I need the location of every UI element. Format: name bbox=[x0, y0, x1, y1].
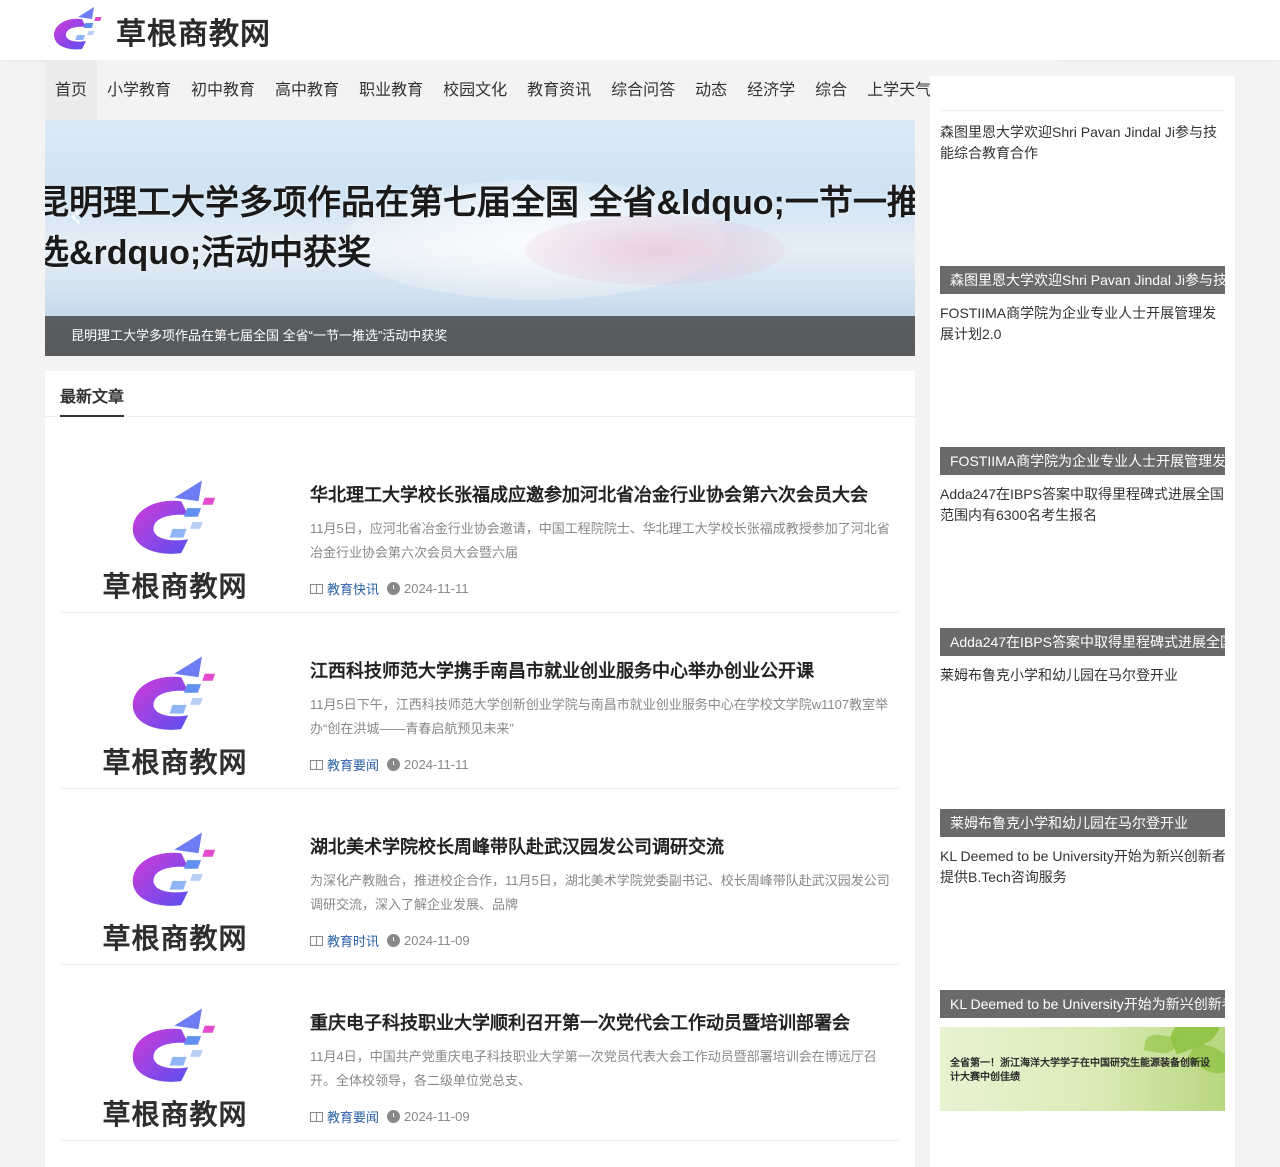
sidebar-caption-bar[interactable]: 森图里恩大学欢迎Shri Pavan Jindal Ji参与技能综合教育合作 bbox=[940, 266, 1225, 294]
nav-item-home[interactable]: 首页 bbox=[45, 60, 98, 120]
article-thumbnail[interactable]: 草根商教网 bbox=[80, 1005, 270, 1145]
article-date: 2024-11-09 bbox=[404, 933, 470, 948]
sidebar-link[interactable]: Adda247在IBPS答案中取得里程碑式进展全国范围内有6300名考生报名 bbox=[940, 484, 1228, 526]
article-title[interactable]: 湖北美术学院校长周峰带队赴武汉园发公司调研交流 bbox=[310, 833, 724, 859]
article-title[interactable]: 江西科技师范大学携手南昌市就业创业服务中心举办创业公开课 bbox=[310, 657, 814, 683]
article-title[interactable]: 重庆电子科技职业大学顺利召开第一次党代会工作动员暨培训部署会 bbox=[310, 1009, 850, 1035]
clock-icon bbox=[387, 1110, 401, 1123]
article-excerpt: 11月5日下午，江西科技师范大学创新创业学院与南昌市就业创业服务中心在学校文学院… bbox=[310, 697, 889, 736]
article-meta: 教育要闻 2024-11-11 bbox=[310, 755, 469, 774]
sidebar-caption-bar[interactable]: 莱姆布鲁克小学和幼儿园在马尔登开业 bbox=[940, 809, 1225, 837]
article-category[interactable]: 教育要闻 bbox=[327, 755, 379, 774]
logo-text: 草根商教网 bbox=[116, 17, 271, 52]
article-item: 草根商教网 华北理工大学校长张福成应邀参加河北省冶金行业协会第六次会员大会 11… bbox=[60, 437, 900, 613]
slider-caption[interactable]: 昆明理工大学多项作品在第七届全国 全省“一节一推选”活动中获奖 bbox=[45, 316, 915, 356]
article-excerpt: 为深化产教融合，推进校企合作，11月5日，湖北美术学院党委副书记、校长周峰带队赴… bbox=[310, 873, 890, 912]
nav-item-qa[interactable]: 综合问答 bbox=[601, 60, 685, 120]
article-category[interactable]: 教育时讯 bbox=[327, 931, 379, 950]
sidebar-banner[interactable]: 全省第一！浙江海洋大学学子在中国研究生能源装备创新设计大赛中创佳绩 bbox=[940, 1027, 1225, 1111]
sidebar-link[interactable]: KL Deemed to be University开始为新兴创新者提供B.Te… bbox=[940, 846, 1228, 888]
nav-item-dynamic[interactable]: 动态 bbox=[685, 60, 737, 120]
sidebar-link[interactable]: 莱姆布鲁克小学和幼儿园在马尔登开业 bbox=[940, 665, 1228, 686]
article-title[interactable]: 华北理工大学校长张福成应邀参加河北省冶金行业协会第六次会员大会 bbox=[310, 481, 868, 507]
sidebar-caption-bar[interactable]: KL Deemed to be University开始为新兴创新者提供B.Te… bbox=[940, 990, 1225, 1018]
sidebar: 森图里恩大学欢迎Shri Pavan Jindal Ji参与技能综合教育合作 森… bbox=[930, 76, 1235, 1167]
leaf-decoration bbox=[1143, 1032, 1177, 1056]
article-date: 2024-11-11 bbox=[404, 757, 469, 772]
nav-item-primary[interactable]: 小学教育 bbox=[97, 60, 181, 120]
clock-icon bbox=[387, 758, 401, 771]
sidebar-link[interactable]: FOSTIIMA商学院为企业专业人士开展管理发展计划2.0 bbox=[940, 303, 1228, 345]
book-icon bbox=[310, 759, 323, 770]
sidebar-divider bbox=[940, 110, 1225, 111]
nav-item-general[interactable]: 综合 bbox=[805, 60, 857, 120]
main-nav: 首页 小学教育 初中教育 高中教育 职业教育 校园文化 教育资讯 综合问答 动态… bbox=[45, 60, 1057, 120]
clock-icon bbox=[387, 934, 401, 947]
article-category[interactable]: 教育要闻 bbox=[327, 1107, 379, 1126]
nav-item-junior[interactable]: 初中教育 bbox=[181, 60, 265, 120]
logo-icon bbox=[54, 7, 102, 50]
thumbnail-text: 草根商教网 bbox=[102, 1098, 248, 1131]
book-icon bbox=[310, 583, 323, 594]
articles-header: 最新文章 bbox=[45, 371, 915, 417]
clock-icon bbox=[387, 582, 401, 595]
article-item: 草根商教网 江西科技师范大学携手南昌市就业创业服务中心举办创业公开课 11月5日… bbox=[60, 613, 900, 789]
nav-item-senior[interactable]: 高中教育 bbox=[265, 60, 349, 120]
nav-item-economics[interactable]: 经济学 bbox=[737, 60, 805, 120]
slider-image-title: 昆明理工大学多项作品在第七届全国 全省&ldquo;一节一推选&rdquo;活动… bbox=[45, 184, 915, 272]
thumbnail-text: 草根商教网 bbox=[102, 922, 248, 955]
book-icon bbox=[310, 1111, 323, 1122]
article-thumbnail[interactable]: 草根商教网 bbox=[80, 653, 270, 793]
logo-icon bbox=[132, 480, 216, 554]
logo-icon bbox=[132, 832, 216, 906]
book-icon bbox=[310, 935, 323, 946]
article-thumbnail[interactable]: 草根商教网 bbox=[80, 829, 270, 969]
article-excerpt: 11月5日，应河北省冶金行业协会邀请，中国工程院院士、华北理工大学校长张福成教授… bbox=[310, 521, 890, 560]
nav-item-campus[interactable]: 校园文化 bbox=[433, 60, 517, 120]
chevron-left-icon[interactable]: ‹ bbox=[69, 196, 83, 236]
article-meta: 教育时讯 2024-11-09 bbox=[310, 931, 470, 950]
site-header: 草根商教网 bbox=[0, 0, 1280, 60]
nav-item-news[interactable]: 教育资讯 bbox=[517, 60, 601, 120]
article-thumbnail[interactable]: 草根商教网 bbox=[80, 477, 270, 617]
nav-item-vocational[interactable]: 职业教育 bbox=[349, 60, 433, 120]
sidebar-caption-bar[interactable]: Adda247在IBPS答案中取得里程碑式进展全国范围内有6300名考生报名 bbox=[940, 628, 1225, 656]
article-item: 草根商教网 湖北美术学院校长周峰带队赴武汉园发公司调研交流 为深化产教融合，推进… bbox=[60, 789, 900, 965]
article-date: 2024-11-11 bbox=[404, 581, 469, 596]
thumbnail-text: 草根商教网 bbox=[102, 746, 248, 779]
logo-icon bbox=[132, 656, 216, 730]
site-logo[interactable]: 草根商教网 bbox=[48, 4, 288, 58]
sidebar-link[interactable]: 森图里恩大学欢迎Shri Pavan Jindal Ji参与技能综合教育合作 bbox=[940, 122, 1228, 164]
hero-slider[interactable]: 昆明理工大学多项作品在第七届全国 全省&ldquo;一节一推选&rdquo;活动… bbox=[45, 120, 915, 356]
article-item: 草根商教网 重庆电子科技职业大学顺利召开第一次党代会工作动员暨培训部署会 11月… bbox=[60, 965, 900, 1141]
banner-text: 全省第一！浙江海洋大学学子在中国研究生能源装备创新设计大赛中创佳绩 bbox=[950, 1058, 1210, 1083]
article-meta: 教育要闻 2024-11-09 bbox=[310, 1107, 470, 1126]
article-excerpt: 11月4日，中国共产党重庆电子科技职业大学第一次党员代表大会工作动员暨部署培训会… bbox=[310, 1049, 877, 1088]
article-meta: 教育快讯 2024-11-11 bbox=[310, 579, 469, 598]
thumbnail-text: 草根商教网 bbox=[102, 570, 248, 603]
sidebar-caption-bar[interactable]: FOSTIIMA商学院为企业专业人士开展管理发展计划2.0 bbox=[940, 447, 1225, 475]
latest-articles: 最新文章 草根商教网 华北理工大学校长张福成应邀参加河北省冶金行业协会第六次会员… bbox=[45, 371, 915, 1167]
article-category[interactable]: 教育快讯 bbox=[327, 579, 379, 598]
tab-latest-articles[interactable]: 最新文章 bbox=[60, 383, 125, 417]
article-date: 2024-11-09 bbox=[404, 1109, 470, 1124]
logo-icon bbox=[132, 1008, 216, 1082]
